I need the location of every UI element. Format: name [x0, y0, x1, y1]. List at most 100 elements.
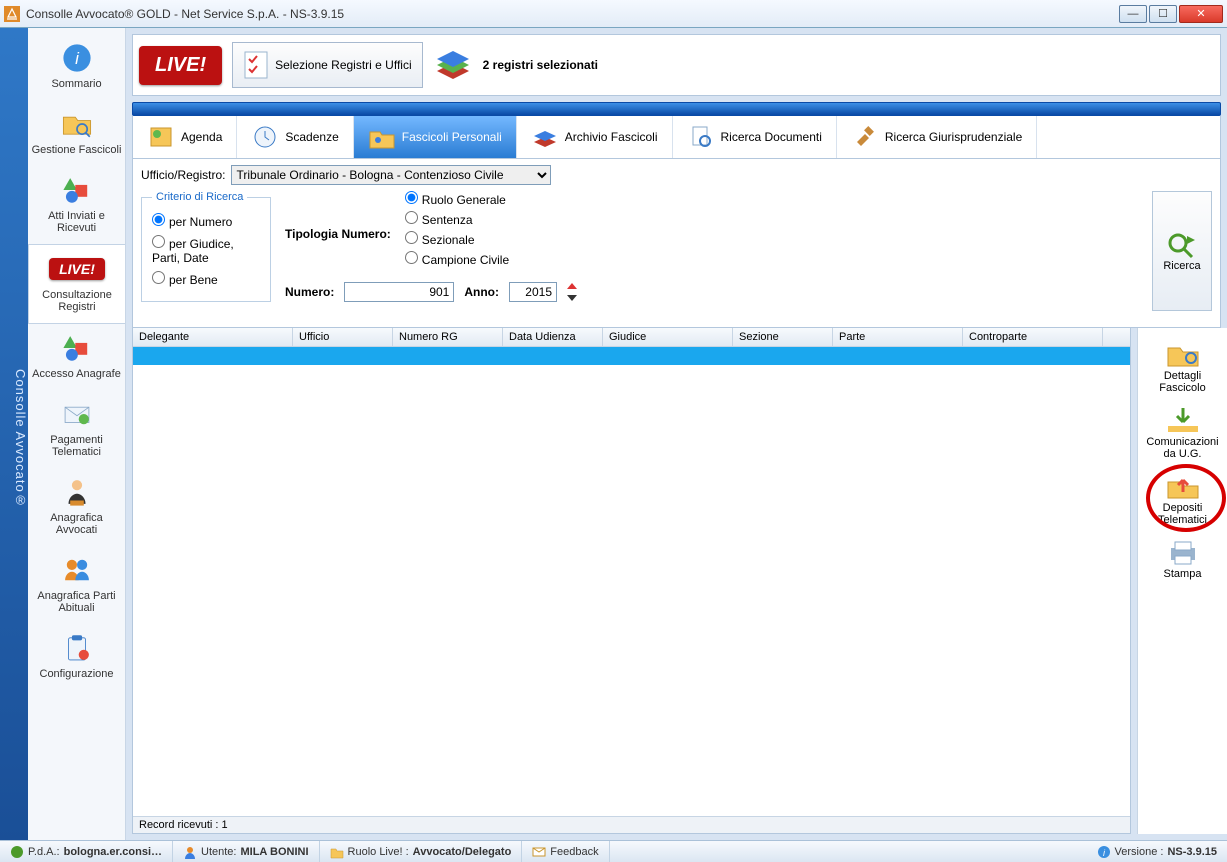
clock-icon — [251, 124, 279, 150]
user-icon — [183, 845, 197, 859]
action-dettagli-fascicolo[interactable]: Dettagli Fascicolo — [1138, 334, 1227, 400]
info-small-icon: i — [1097, 845, 1111, 859]
tab-label: Agenda — [181, 130, 222, 144]
tipo-ruolo[interactable]: Ruolo Generale — [405, 191, 1138, 207]
th-parte[interactable]: Parte — [833, 328, 963, 346]
window-title: Consolle Avvocato® GOLD - Net Service S.… — [26, 7, 1119, 21]
doc-search-icon — [687, 124, 715, 150]
action-label: Stampa — [1140, 568, 1225, 580]
sidebar-item-gestione-fascicoli[interactable]: Gestione Fascicoli — [28, 100, 125, 166]
th-ufficio[interactable]: Ufficio — [293, 328, 393, 346]
table-header: DeleganteUfficioNumero RGData UdienzaGiu… — [133, 328, 1130, 347]
lawyer-icon — [57, 475, 97, 509]
agenda-icon — [147, 124, 175, 150]
tab-ricerca-documenti[interactable]: Ricerca Documenti — [673, 116, 837, 158]
close-button[interactable]: ✕ — [1179, 5, 1223, 23]
books-icon — [433, 49, 473, 81]
tipo-sezionale[interactable]: Sezionale — [405, 231, 1138, 247]
actions-panel: Dettagli Fascicolo Comunicazioni da U.G.… — [1137, 328, 1227, 834]
clipboard-icon — [57, 631, 97, 665]
sidebar-item-atti[interactable]: Atti Inviati e Ricevuti — [28, 166, 125, 244]
criterio-legend: Criterio di Ricerca — [152, 191, 247, 203]
status-bar: P.d.A.:bologna.er.consi… Utente: MILA BO… — [0, 840, 1227, 862]
blue-separator — [132, 102, 1221, 116]
radio-label: Sentenza — [422, 213, 473, 227]
sidebar-item-accesso-anagrafe[interactable]: Accesso Anagrafe — [28, 324, 125, 390]
maximize-button[interactable]: ☐ — [1149, 5, 1177, 23]
tab-label: Fascicoli Personali — [402, 130, 502, 144]
sidebar-item-anagrafica-avvocati[interactable]: Anagrafica Avvocati — [28, 468, 125, 546]
main-area: LIVE! Selezione Registri e Uffici 2 regi… — [126, 28, 1227, 840]
th-controparte[interactable]: Controparte — [963, 328, 1103, 346]
action-label: Depositi Telematici — [1140, 502, 1225, 526]
sidebar-item-label: Gestione Fascicoli — [30, 144, 123, 156]
numero-input[interactable] — [344, 282, 454, 302]
sidebar-item-label: Anagrafica Parti Abituali — [30, 590, 123, 614]
action-comunicazioni[interactable]: Comunicazioni da U.G. — [1138, 400, 1227, 466]
sidebar-item-label: Atti Inviati e Ricevuti — [30, 210, 123, 234]
shapes-icon — [57, 173, 97, 207]
th-data-udienza[interactable]: Data Udienza — [503, 328, 603, 346]
world-icon — [10, 845, 24, 859]
minimize-button[interactable]: — — [1119, 5, 1147, 23]
status-feedback[interactable]: Feedback — [522, 841, 609, 862]
printer-icon — [1165, 538, 1201, 566]
folder-detail-icon — [1165, 340, 1201, 368]
app-icon — [4, 6, 20, 22]
action-label: Dettagli Fascicolo — [1140, 370, 1225, 394]
tab-agenda[interactable]: Agenda — [133, 116, 237, 158]
sidebar-item-anagrafica-parti[interactable]: Anagrafica Parti Abituali — [28, 546, 125, 624]
tab-label: Ricerca Giurisprudenziale — [885, 130, 1022, 144]
tab-fascicoli-personali[interactable]: Fascicoli Personali — [354, 116, 517, 158]
live-badge: LIVE! — [139, 46, 222, 85]
tab-ricerca-giurisprudenziale[interactable]: Ricerca Giurisprudenziale — [837, 116, 1037, 158]
select-registri-label: Selezione Registri e Uffici — [275, 58, 412, 72]
sidebar-item-label: Anagrafica Avvocati — [30, 512, 123, 536]
radio-label: Campione Civile — [422, 253, 509, 267]
crit-per-giudice[interactable]: per Giudice, Parti, Date — [152, 235, 260, 265]
tab-label: Archivio Fascicoli — [565, 130, 658, 144]
radio-label: per Bene — [169, 273, 218, 287]
sidebar-item-label: Sommario — [30, 78, 123, 90]
sidebar-item-sommario[interactable]: i Sommario — [28, 34, 125, 100]
ricerca-label: Ricerca — [1163, 260, 1200, 272]
upload-folder-icon — [1165, 472, 1201, 500]
sidebar-item-configurazione[interactable]: Configurazione — [28, 624, 125, 690]
th-delegante[interactable]: Delegante — [133, 328, 293, 346]
table-row-selected[interactable] — [133, 347, 1130, 365]
tab-scadenze[interactable]: Scadenze — [237, 116, 353, 158]
tab-label: Ricerca Documenti — [721, 130, 822, 144]
crit-per-bene[interactable]: per Bene — [152, 271, 260, 287]
search-go-icon — [1165, 230, 1199, 260]
shapes-icon — [57, 331, 97, 365]
download-icon — [1165, 406, 1201, 434]
action-depositi-telematici[interactable]: Depositi Telematici — [1138, 466, 1227, 532]
tipo-campione[interactable]: Campione Civile — [405, 251, 1138, 267]
sidebar-item-pagamenti[interactable]: Pagamenti Telematici — [28, 390, 125, 468]
th-giudice[interactable]: Giudice — [603, 328, 733, 346]
anno-input[interactable] — [509, 282, 557, 302]
crit-per-numero[interactable]: per Numero — [152, 213, 260, 229]
sidebar-item-consultazione-registri[interactable]: LIVE! Consultazione Registri — [28, 244, 125, 324]
sidebar-item-label: Configurazione — [30, 668, 123, 680]
select-registri-button[interactable]: Selezione Registri e Uffici — [232, 42, 423, 88]
status-ruolo: Ruolo Live! : Avvocato/Delegato — [320, 841, 523, 862]
anno-label: Anno: — [464, 285, 499, 299]
criterio-fieldset: Criterio di Ricerca per Numero per Giudi… — [141, 191, 271, 302]
radio-label: per Numero — [169, 215, 232, 229]
tab-label: Scadenze — [285, 130, 338, 144]
info-icon: i — [57, 41, 97, 75]
th-sezione[interactable]: Sezione — [733, 328, 833, 346]
th-numero-rg[interactable]: Numero RG — [393, 328, 503, 346]
spinner-icon[interactable] — [567, 283, 577, 301]
ricerca-button[interactable]: Ricerca — [1152, 191, 1212, 311]
sidebar-item-label: Consultazione Registri — [31, 289, 123, 313]
tab-archivio[interactable]: Archivio Fascicoli — [517, 116, 673, 158]
action-stampa[interactable]: Stampa — [1138, 532, 1227, 586]
titlebar: Consolle Avvocato® GOLD - Net Service S.… — [0, 0, 1227, 28]
status-pda: P.d.A.:bologna.er.consi… — [0, 841, 173, 862]
tipo-sentenza[interactable]: Sentenza — [405, 211, 1138, 227]
table-body[interactable] — [133, 347, 1130, 816]
tabs: Agenda Scadenze Fascicoli Personali Arch… — [132, 116, 1221, 159]
ufficio-select[interactable]: Tribunale Ordinario - Bologna - Contenzi… — [231, 165, 551, 185]
